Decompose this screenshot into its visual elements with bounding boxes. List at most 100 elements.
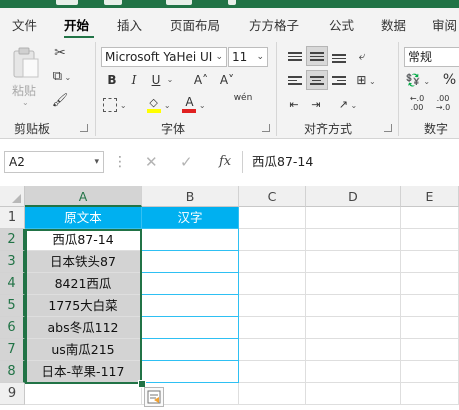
cell-d5[interactable] [306,295,401,317]
cut-button[interactable]: ✂ [50,43,70,63]
cell-c4[interactable] [239,273,306,295]
borders-button[interactable]: ⌄ [102,94,128,114]
wrap-text-button[interactable]: ⤶ [352,46,372,66]
paste-button[interactable]: 粘贴 ⌄ [8,44,44,110]
cell-b2[interactable] [142,229,239,251]
increase-indent-button[interactable]: ⇥ [306,94,326,114]
tab-insert[interactable]: 插入 [117,15,142,34]
tab-file[interactable]: 文件 [12,15,37,34]
cell-e3[interactable] [401,251,459,273]
underline-button[interactable]: U [148,70,164,90]
underline-dropdown-icon[interactable]: ⌄ [165,70,175,90]
copy-button[interactable]: ⧉ ⌄ [48,66,76,86]
percent-button[interactable]: % [440,70,459,90]
number-format-combo[interactable]: 常规 [404,47,459,67]
row-header-5[interactable]: 5 [0,295,25,317]
tab-page-layout[interactable]: 页面布局 [170,15,220,34]
confirm-entry-icon[interactable]: ✓ [180,151,193,173]
cell-a4[interactable]: 8421西瓜 [25,273,142,295]
cell-c9[interactable] [239,383,306,405]
cell-a8[interactable]: 日本-苹果-117 [25,361,142,383]
cell-e7[interactable] [401,339,459,361]
cell-d6[interactable] [306,317,401,339]
cell-a6[interactable]: abs冬瓜112 [25,317,142,339]
row-header-3[interactable]: 3 [0,251,25,273]
cell-b3[interactable] [142,251,239,273]
format-painter-button[interactable]: 🖌 [50,90,70,110]
cell-a2[interactable]: 西瓜87-14 [25,229,142,251]
cell-c2[interactable] [239,229,306,251]
cell-b7[interactable] [142,339,239,361]
cell-d8[interactable] [306,361,401,383]
cell-e9[interactable] [401,383,459,405]
column-header-c[interactable]: C [239,186,306,207]
row-header-4[interactable]: 4 [0,273,25,295]
row-header-9[interactable]: 9 [0,383,25,405]
cell-b6[interactable] [142,317,239,339]
formula-bar-grip-icon[interactable]: ⋮ [113,151,127,173]
shrink-font-button[interactable]: A˅ [216,70,238,90]
row-header-1[interactable]: 1 [0,207,25,229]
cell-a1[interactable]: 原文本 [25,207,142,229]
insert-function-button[interactable]: fx [219,151,231,173]
cell-b5[interactable] [142,295,239,317]
tab-fangfang[interactable]: 方方格子 [249,15,299,34]
row-header-8[interactable]: 8 [0,361,25,383]
cell-c5[interactable] [239,295,306,317]
column-header-a[interactable]: A [25,186,142,207]
row-header-7[interactable]: 7 [0,339,25,361]
cell-e5[interactable] [401,295,459,317]
decrease-decimal-button[interactable]: .00 →.0 [432,94,454,114]
cell-d2[interactable] [306,229,401,251]
cell-c6[interactable] [239,317,306,339]
italic-button[interactable]: I [126,70,142,90]
cell-d4[interactable] [306,273,401,295]
cell-d1[interactable] [306,207,401,229]
select-all-button[interactable] [0,186,25,207]
cell-a5[interactable]: 1775大白菜 [25,295,142,317]
cell-b4[interactable] [142,273,239,295]
cell-c7[interactable] [239,339,306,361]
worksheet-grid[interactable]: A B C D E 1 2 3 4 5 6 7 8 9 原文本 汉字 西瓜87-… [0,186,459,410]
column-header-e[interactable]: E [401,186,459,207]
alignment-launcher-icon[interactable] [384,124,392,132]
align-middle-button[interactable] [306,46,328,66]
cell-a9[interactable] [25,383,142,405]
cell-b8[interactable] [142,361,239,383]
cell-e6[interactable] [401,317,459,339]
font-color-button[interactable]: A ⌄ [181,94,207,114]
cell-e8[interactable] [401,361,459,383]
quick-analysis-button[interactable] [144,387,164,407]
align-center-button[interactable] [306,70,328,90]
column-header-b[interactable]: B [142,186,239,207]
name-box[interactable]: A2 ▾ [4,151,104,173]
orientation-button[interactable]: ↗ ⌄ [334,94,362,114]
cell-d7[interactable] [306,339,401,361]
font-launcher-icon[interactable] [262,124,270,132]
fill-color-button[interactable]: ◇ ⌄ [146,94,172,114]
tab-formulas[interactable]: 公式 [329,15,354,34]
align-top-button[interactable] [284,46,306,66]
font-size-combo[interactable]: 11 ⌄ [228,47,268,67]
decrease-indent-button[interactable]: ⇤ [284,94,304,114]
cell-b1[interactable]: 汉字 [142,207,239,229]
cell-a7[interactable]: us南瓜215 [25,339,142,361]
cell-c8[interactable] [239,361,306,383]
column-header-d[interactable]: D [306,186,401,207]
increase-decimal-button[interactable]: ←.0.00 [406,94,428,114]
grow-font-button[interactable]: A˄ [190,70,212,90]
clipboard-launcher-icon[interactable] [80,124,88,132]
row-header-2[interactable]: 2 [0,229,25,251]
cell-e4[interactable] [401,273,459,295]
row-header-6[interactable]: 6 [0,317,25,339]
align-bottom-button[interactable] [328,46,350,66]
tab-review[interactable]: 审阅 [432,15,457,34]
cell-e1[interactable] [401,207,459,229]
cell-c1[interactable] [239,207,306,229]
merge-center-button[interactable]: ⊞ ⌄ [352,70,380,90]
cell-e2[interactable] [401,229,459,251]
tab-data[interactable]: 数据 [381,15,406,34]
align-left-button[interactable] [284,70,306,90]
formula-input[interactable]: 西瓜87-14 [252,151,313,173]
cell-c3[interactable] [239,251,306,273]
